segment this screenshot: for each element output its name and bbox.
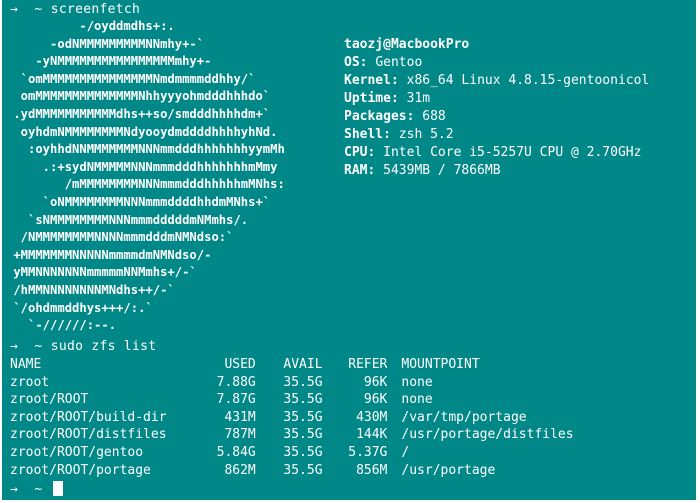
cell-refer: 856M [356,462,388,478]
info-value: 5439MB / 7866MB [383,163,501,178]
info-row: Shell: zsh 5.2 [344,126,694,144]
cell-name: zroot/ROOT/build-dir [10,409,167,425]
command-text: sudo zfs list [50,339,157,354]
info-key: CPU: [344,145,376,160]
cell-used: 431M [224,409,256,425]
ascii-art-line: :oyhhdNNMMMMMMMNNNmmdddhhhhhhhyymMh [6,142,285,157]
ascii-art-line: `oNMMMMMMMMNNNmmmddddhhdmMNhs+` [6,194,271,209]
info-key: Uptime: [344,91,399,106]
cell-mountpoint: /var/tmp/portage [401,409,527,425]
cell-avail: 35.5G [283,462,323,478]
info-row: RAM: 5439MB / 7866MB [344,162,694,180]
cell-mountpoint: /usr/portage/distfiles [401,427,574,443]
column-header-mountpoint: MOUNTPOINT [401,357,480,372]
ascii-art-line: /hMMNNNNNNNNMNdhs++/-` [6,282,175,297]
info-key: Kernel: [344,73,399,88]
cell-used: 862M [224,462,256,478]
system-info-panel: taozj@MacbookPro OS: Gentoo Kernel: x86_6… [344,36,694,180]
column-header-used: USED [224,357,256,372]
cell-refer: 96K [363,392,388,408]
cell-avail: 35.5G [283,392,323,408]
ascii-art-line: `sNMMMMMMMMNNNmmmdddddmNMmhs/. [6,212,249,227]
cell-used: 787M [224,427,256,443]
prompt-line-zfs: → ~ sudo zfs list [10,338,156,355]
table-row: zroot/ROOT/portage 862M 35.5G 856M/usr/port… [10,462,696,480]
prompt-arrow-icon: → [10,2,19,17]
cell-used: 7.88G [216,374,256,390]
cell-refer: 430M [356,409,388,425]
gentoo-logo-ascii-art: -/oyddmdhs+:. -odNMMMMMMMMMNNmhy+-` -yNM… [6,18,336,335]
prompt-line-current[interactable]: → ~ [10,481,63,498]
info-row: OS: Gentoo [344,54,694,72]
user-host: taozj@MacbookPro [344,37,470,52]
column-header-avail: AVAIL [283,357,323,372]
info-row: Uptime: 31m [344,90,694,108]
info-value: 688 [422,109,446,124]
cell-mountpoint: none [401,392,433,408]
cell-mountpoint: /usr/portage [401,462,496,478]
ascii-art-line: `/ohdmmddhys+++/:.` [6,300,153,315]
info-row: Packages: 688 [344,108,694,126]
ascii-art-line: yMMNNNNNNNmmmmmNNMmhs+/-` [6,265,197,280]
info-key: Packages: [344,109,415,124]
info-key: Shell: [344,127,391,142]
cell-avail: 35.5G [283,444,323,460]
table-row: zroot/ROOT/distfiles 787M 35.5G 144K/usr/po… [10,426,696,444]
column-header-refer: REFER [348,357,388,372]
cell-name: zroot [10,374,50,390]
ascii-art-line: .:+sydNMMMMMNNNmmmdddhhhhhhhmMmy [6,159,278,174]
cell-name: zroot/ROOT/portage [10,462,151,478]
info-value: 31m [406,91,431,106]
text-cursor [52,481,63,496]
ascii-art-line: +MMMMMMMNNNNNmmmmdmNMNdso/- [6,247,212,262]
ascii-art-line: `omMMMMMMMMMMMMMMMNmdmmmmddhhy/` [6,71,256,86]
info-key: OS: [344,55,368,70]
info-value: x86_64 Linux 4.8.15-gentoonicol [406,73,650,88]
ascii-art-line: .ydMMMMMMMMMMMdhs++so/smdddhhhhdm+` [6,106,271,121]
prompt-arrow-icon: → [10,339,19,354]
ascii-art-line: /NMMMMMMMMNNNNmmmdddmNMNdso:` [6,230,234,245]
prompt-arrow-icon: → [10,482,19,497]
info-key: RAM: [344,163,376,178]
info-row: Kernel: x86_64 Linux 4.8.15-gentoonicol [344,72,694,90]
prompt-cwd: ~ [34,2,43,17]
table-header-row: NAME USED AVAIL REFER MOUNTPOINT [10,356,696,374]
cell-name: zroot/ROOT [10,392,89,408]
ascii-art-line: oyhdmNMMMMMMMMNdyooydmddddhhhhyhNd. [6,124,278,139]
cell-used: 5.84G [216,444,256,460]
ascii-art-line: omMMMMMMMMMMMMMMNhhyyyohmdddhhhdo` [6,89,271,104]
cell-refer: 96K [363,374,388,390]
table-row: zroot/ROOT 7.87G 35.5G 96K none [10,391,696,409]
column-header-name: NAME [10,357,42,372]
info-value: Intel Core i5-5257U CPU @ 2.70GHz [383,145,642,160]
terminal-window[interactable]: → ~ screenfetch -/oyddmdhs+:. -odNMMMMMM… [2,0,696,500]
prompt-cwd: ~ [34,339,43,354]
info-value: zsh 5.2 [398,127,454,142]
table-row: zroot/ROOT/build-dir 431M 35.5G 430M/var/tm… [10,409,696,427]
prompt-line-screenfetch: → ~ screenfetch [10,1,140,18]
command-text: screenfetch [50,2,141,17]
table-row: zroot/ROOT/gentoo 5.84G 35.5G 5.37G / [10,444,696,462]
zfs-list-table: NAME USED AVAIL REFER MOUNTPOINT zroot 7.… [10,356,696,479]
cell-refer: 5.37G [348,444,388,460]
cell-name: zroot/ROOT/distfiles [10,427,167,443]
ascii-art-line: `-//////:--. [6,318,117,333]
ascii-art-line: -/oyddmdhs+:. [6,19,175,33]
table-row: zroot 7.88G 35.5G 96K none [10,374,696,392]
cell-mountpoint: none [401,374,433,390]
cell-used: 7.87G [216,392,256,408]
cell-avail: 35.5G [283,409,323,425]
cell-refer: 144K [356,427,388,443]
info-row: CPU: Intel Core i5-5257U CPU @ 2.70GHz [344,144,694,162]
cell-name: zroot/ROOT/gentoo [10,444,144,460]
ascii-art-line: /mMMMMMMMMNNNmmmdddhhhhhmMNhs: [6,177,285,192]
info-value: Gentoo [375,55,423,70]
ascii-art-line: -yNMMMMMMMMMMMMMMMMmhy+- [6,54,212,69]
cell-mountpoint: / [401,444,410,460]
cell-avail: 35.5G [283,374,323,390]
ascii-art-line: -odNMMMMMMMMMNNmhy+-` [6,36,205,51]
prompt-cwd: ~ [34,482,43,497]
cell-avail: 35.5G [283,427,323,443]
